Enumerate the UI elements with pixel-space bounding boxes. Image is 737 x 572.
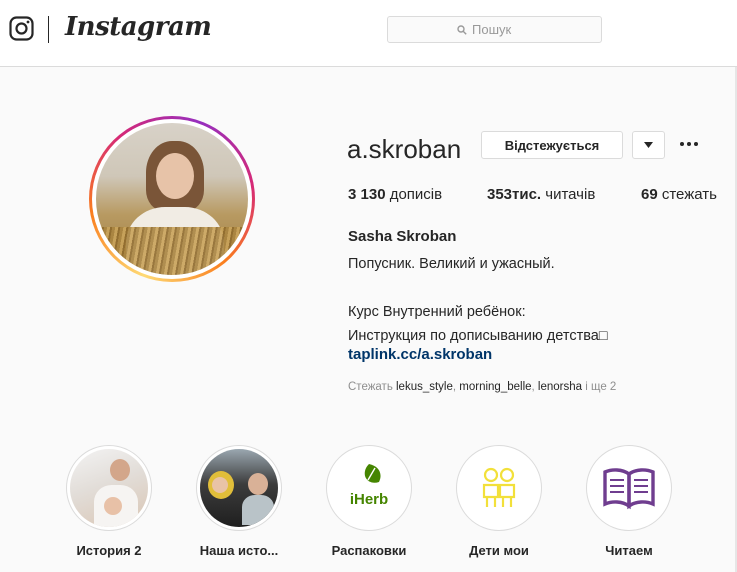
instagram-wordmark[interactable]: Instagram	[65, 12, 212, 42]
followers-label: читачів	[541, 186, 596, 203]
profile-full-name: Sasha Skroban	[348, 228, 457, 245]
iherb-logo-icon: iHerb	[330, 449, 408, 527]
highlight-item[interactable]: Наша исто...	[179, 445, 299, 558]
followed-by-account[interactable]: morning_belle	[459, 381, 531, 393]
followed-by-account[interactable]: lekus_style	[396, 381, 453, 393]
profile-website-link[interactable]: taplink.cc/a.skroban	[348, 346, 492, 363]
highlight-item[interactable]: Дети мои	[439, 445, 559, 558]
highlight-cover-photo	[70, 449, 148, 527]
search-input[interactable]	[472, 22, 532, 37]
following-label: стежать	[657, 186, 717, 203]
search-box[interactable]	[387, 16, 602, 43]
more-options-icon[interactable]	[678, 133, 700, 155]
posts-label: дописів	[385, 186, 443, 203]
book-icon	[590, 449, 668, 527]
profile-avatar	[96, 123, 248, 275]
highlight-label: Наша исто...	[199, 543, 279, 558]
highlight-label: Дети мои	[469, 543, 529, 558]
suggestions-dropdown-button[interactable]	[632, 131, 665, 159]
posts-count: 3 130	[348, 186, 386, 203]
caret-down-icon	[644, 142, 653, 148]
stat-posts: 3 130 дописів	[348, 186, 442, 203]
highlight-item[interactable]: iHerb Распаковки	[309, 445, 429, 558]
following-count: 69	[641, 186, 658, 203]
kids-icon	[460, 449, 538, 527]
profile-bio: Попусник. Великий и ужасный. Курс Внутре…	[348, 256, 608, 344]
top-bar: Instagram	[0, 0, 737, 67]
highlight-label: Распаковки	[331, 543, 407, 558]
followers-count: 353тис.	[487, 186, 542, 203]
highlight-item[interactable]: Читаем	[569, 445, 689, 558]
highlight-item[interactable]: История 2	[49, 445, 169, 558]
search-icon	[457, 24, 467, 35]
iherb-logo-text: iHerb	[350, 491, 388, 508]
following-button[interactable]: Відстежується	[481, 131, 623, 159]
highlight-label: История 2	[76, 543, 142, 558]
followed-by[interactable]: Стежать lekus_style, morning_belle, leno…	[348, 381, 616, 393]
profile-username: a.skroban	[347, 134, 462, 164]
stat-followers[interactable]: 353тис. читачів	[487, 186, 595, 203]
highlight-label: Читаем	[605, 543, 653, 558]
header-divider	[48, 16, 49, 43]
profile-avatar-story-ring[interactable]	[89, 116, 255, 282]
followed-by-account[interactable]: lenorsha	[538, 381, 582, 393]
highlight-cover-photo	[200, 449, 278, 527]
stat-following[interactable]: 69 стежать	[641, 186, 717, 203]
instagram-glyph-icon[interactable]	[9, 16, 34, 41]
